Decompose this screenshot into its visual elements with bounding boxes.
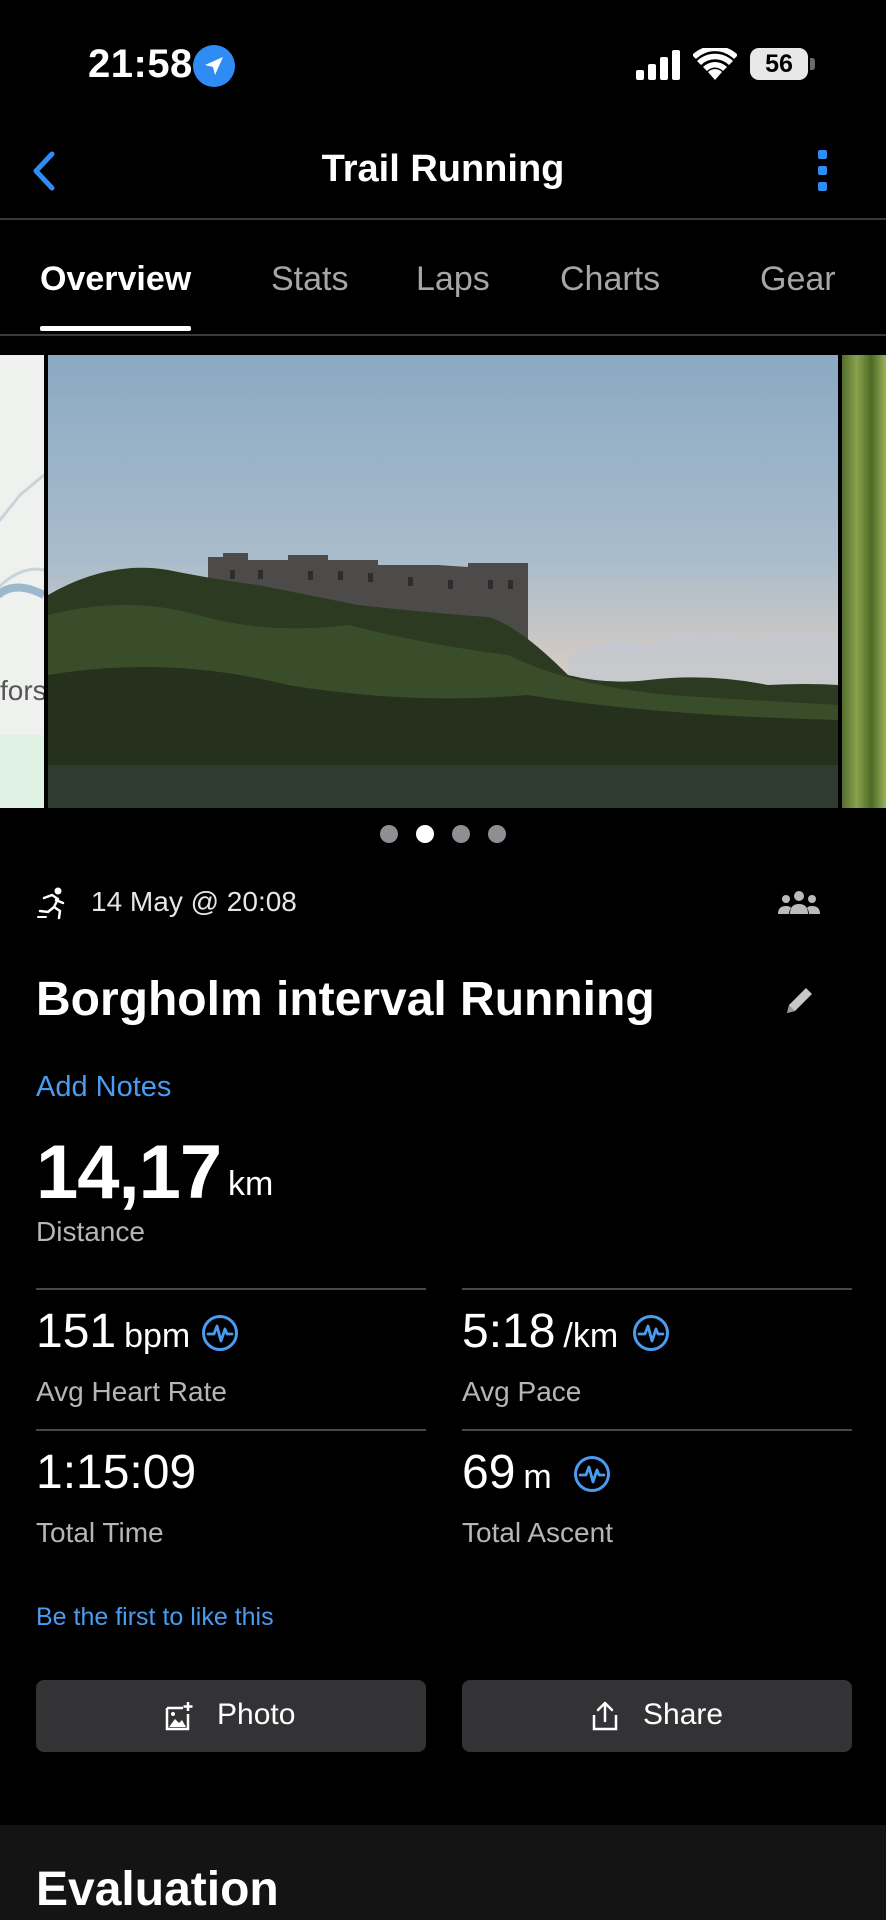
activity-meta-row: 14 May @ 20:08 <box>36 884 850 924</box>
stat-label: Avg Heart Rate <box>36 1376 227 1407</box>
stat-unit: /km <box>563 1317 619 1355</box>
pace-graph-icon[interactable] <box>632 1314 670 1352</box>
tab-bar: Overview Stats Laps Charts Gear <box>0 222 886 336</box>
tab-overview[interactable]: Overview <box>40 260 191 299</box>
activity-date: 14 May @ 20:08 <box>91 886 297 917</box>
stat-value: 69 m <box>462 1446 552 1499</box>
page-dot <box>488 825 506 843</box>
stat-unit: bpm <box>124 1317 191 1355</box>
more-dot <box>818 182 827 191</box>
share-button[interactable]: Share <box>462 1680 852 1752</box>
like-prompt-link[interactable]: Be the first to like this <box>36 1603 274 1632</box>
stat-avg-heart-rate[interactable]: 151 bpm Avg Heart Rate <box>36 1288 426 1428</box>
distance-value: 14,17 <box>36 1130 222 1215</box>
battery-level: 56 <box>765 50 793 78</box>
photo-carousel[interactable]: fors <box>0 355 886 808</box>
tab-laps[interactable]: Laps <box>416 260 490 299</box>
evaluation-section: Evaluation <box>0 1825 886 1920</box>
more-dot <box>818 150 827 159</box>
stat-value: 5:18/km <box>462 1305 619 1358</box>
stat-total-ascent[interactable]: 69 m Total Ascent <box>462 1429 852 1569</box>
page-title: Trail Running <box>321 148 565 190</box>
evaluation-title: Evaluation <box>36 1863 279 1916</box>
stat-value: 1:15:09 <box>36 1446 197 1499</box>
cellular-signal-icon <box>636 50 682 85</box>
nav-header: Trail Running <box>0 120 886 220</box>
more-dot <box>818 166 827 175</box>
page-dot <box>380 825 398 843</box>
stat-label: Total Ascent <box>462 1517 613 1548</box>
distance-unit: km <box>228 1165 274 1203</box>
tab-gear[interactable]: Gear <box>760 260 836 299</box>
group-icon[interactable] <box>778 890 820 916</box>
page-dot-active <box>416 825 434 843</box>
stat-label: Total Time <box>36 1517 164 1548</box>
running-icon <box>37 887 65 920</box>
stat-value: 151 bpm <box>36 1305 191 1358</box>
ascent-graph-icon[interactable] <box>573 1455 611 1493</box>
page-dot <box>452 825 470 843</box>
carousel-page-indicator <box>0 825 886 845</box>
pencil-icon <box>787 988 812 1013</box>
more-options-button[interactable] <box>808 146 838 196</box>
tab-stats[interactable]: Stats <box>271 260 348 299</box>
photo-button-label: Photo <box>217 1698 296 1731</box>
next-photo-thumbnail[interactable] <box>842 355 886 808</box>
add-notes-link[interactable]: Add Notes <box>36 1071 171 1104</box>
stat-avg-pace[interactable]: 5:18/km Avg Pace <box>462 1288 852 1428</box>
share-icon <box>592 1701 618 1731</box>
battery-tip <box>810 58 815 70</box>
add-photo-icon <box>165 1702 193 1731</box>
battery-icon: 56 <box>750 48 808 80</box>
share-button-label: Share <box>643 1698 724 1731</box>
tab-charts[interactable]: Charts <box>560 260 660 299</box>
heart-rate-graph-icon[interactable] <box>201 1314 239 1352</box>
distance-label: Distance <box>36 1216 145 1247</box>
add-photo-button[interactable]: Photo <box>36 1680 426 1752</box>
edit-title-button[interactable] <box>781 983 817 1019</box>
status-bar: 21:58 56 <box>0 0 886 120</box>
status-time: 21:58 <box>88 42 193 86</box>
route-map-thumbnail[interactable]: fors <box>0 355 44 808</box>
map-place-label: fors <box>0 675 44 706</box>
activity-title: Borgholm interval Running <box>36 973 655 1026</box>
active-tab-indicator <box>40 326 191 331</box>
stat-total-time[interactable]: 1:15:09 Total Time <box>36 1429 426 1569</box>
activity-photo[interactable] <box>48 355 838 808</box>
location-arrow-icon <box>193 45 235 87</box>
stat-unit: m <box>523 1458 552 1496</box>
wifi-icon <box>692 45 738 85</box>
stat-label: Avg Pace <box>462 1376 582 1407</box>
